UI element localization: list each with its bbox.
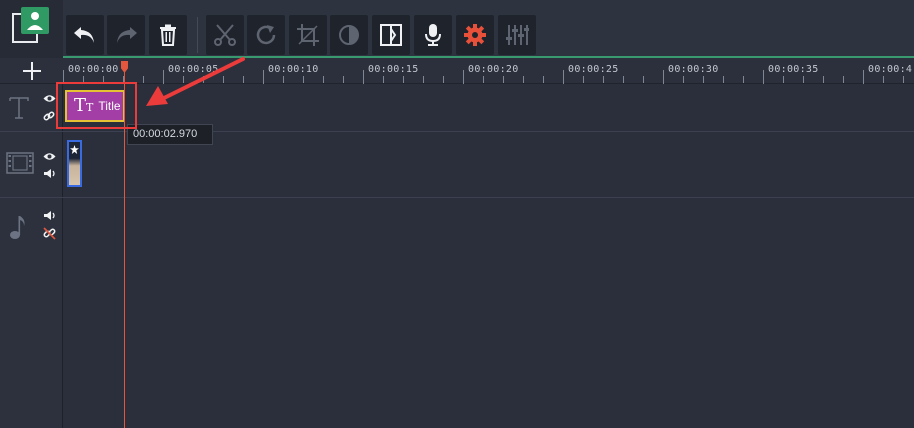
transition-button[interactable] [372,15,410,55]
scissors-icon [214,24,236,46]
clip-properties-button[interactable] [456,15,494,55]
time-tooltip: 00:00:02.970 [127,124,213,145]
ruler-label: 00:00:00 [68,64,119,75]
cut-button[interactable] [206,15,244,55]
audio-track-header [0,198,63,264]
ruler-tick [703,76,704,83]
ruler-tick [443,76,444,83]
ruler-tick [563,70,564,84]
ruler-tick [823,76,824,83]
ruler-tick [463,70,464,84]
ruler-tick [543,76,544,83]
annotation-highlight-box [56,82,137,129]
ruler-label: 00:00:30 [668,64,719,75]
ruler-tick [363,70,364,84]
equalizer-icon [506,25,529,45]
crop-button[interactable] [289,15,327,55]
rotate-icon [256,25,276,45]
film-icon [6,152,34,174]
ruler-tick [423,76,424,83]
ruler-tick [483,76,484,83]
ruler-tick [663,70,664,84]
star-icon [70,145,79,154]
ruler-tick [623,76,624,83]
ruler-tick [283,76,284,83]
ruler-tick [343,76,344,83]
eye-icon[interactable] [43,94,56,103]
ruler-tick [863,70,864,84]
ruler-label: 00:00:15 [368,64,419,75]
undo-icon [74,27,94,43]
title-track-header [0,84,63,132]
ruler-tick [743,76,744,83]
transition-icon [380,24,402,46]
import-media-icon[interactable] [0,0,63,58]
ruler-tick [503,76,504,83]
color-adjust-button[interactable] [330,15,368,55]
ruler-tick [643,76,644,83]
ruler-label: 00:00:35 [768,64,819,75]
microphone-icon [425,24,441,46]
speaker-icon[interactable] [43,168,56,179]
record-audio-button[interactable] [414,15,452,55]
undo-button[interactable] [66,15,104,55]
ruler-tick [843,76,844,83]
ruler-label: 00:00:10 [268,64,319,75]
unlink-icon[interactable] [43,227,56,240]
ruler-tick [523,76,524,83]
speaker-icon[interactable] [43,210,56,221]
ruler-tick [783,76,784,83]
video-clip[interactable] [67,140,82,187]
ruler-tick [683,76,684,83]
plus-icon [22,61,41,80]
ruler-tick [583,76,584,83]
add-track-button[interactable] [0,58,63,84]
crop-icon [297,24,319,46]
ruler-label: 00:00:20 [468,64,519,75]
toolbar [0,0,914,58]
contrast-icon [339,25,359,45]
ruler-label: 00:00:4 [868,64,913,75]
gear-icon [464,24,486,46]
ruler-tick [323,76,324,83]
ruler-tick [383,76,384,83]
music-note-icon [10,216,25,239]
ruler-label: 00:00:25 [568,64,619,75]
track-headers [0,84,63,428]
ruler-tick [903,76,904,83]
trash-icon [160,24,176,46]
ruler-tick [763,70,764,84]
delete-button[interactable] [149,15,187,55]
annotation-arrow [146,57,245,106]
ruler-tick [303,76,304,83]
ruler-tick [883,76,884,83]
ruler-tick [603,76,604,83]
eye-icon[interactable] [43,152,56,161]
ruler-tick [723,76,724,83]
equalizer-button[interactable] [498,15,536,55]
link-icon[interactable] [43,110,55,122]
redo-button[interactable] [107,15,145,55]
ruler-tick [263,70,264,84]
text-track-icon [9,97,29,119]
redo-icon [117,27,137,43]
rotate-button[interactable] [247,15,285,55]
audio-track[interactable] [63,198,914,428]
video-track-header [0,132,63,198]
import-area[interactable] [0,0,63,58]
ruler-tick [803,76,804,83]
toolbar-separator [197,17,198,53]
ruler-tick [403,76,404,83]
